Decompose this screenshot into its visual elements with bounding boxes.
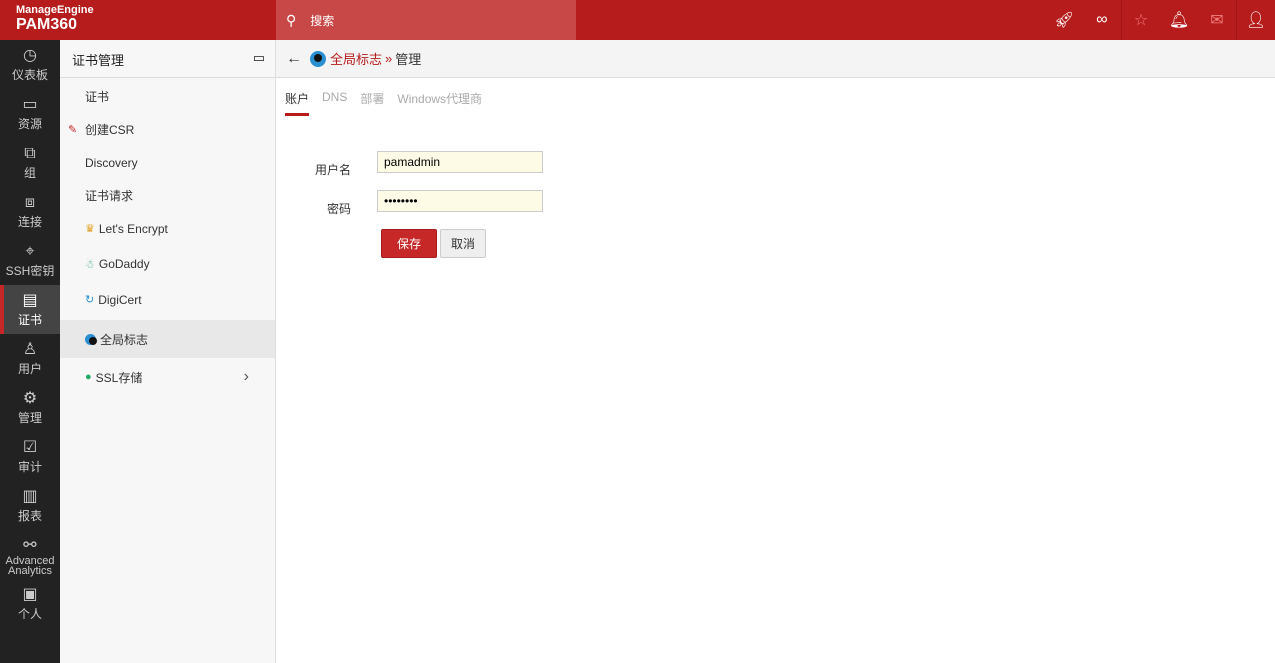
- nav-analytics[interactable]: ⚯ Advanced Analytics: [0, 530, 60, 579]
- audit-icon: ☑: [22, 439, 38, 456]
- pin-icon: ✎: [68, 124, 78, 136]
- digicert-icon: ↻: [85, 294, 95, 306]
- godaddy-icon: ☃: [85, 258, 95, 271]
- sidebar-item-global-flag[interactable]: 全局标志: [60, 320, 275, 358]
- nav-label: 用户: [17, 362, 42, 376]
- nav-connections[interactable]: ⧈ 连接: [0, 187, 60, 236]
- nav-ssh-keys[interactable]: ⌖ SSH密钥: [0, 236, 60, 285]
- monitor-icon: ▭: [22, 96, 38, 113]
- breadcrumb-separator: »: [385, 51, 393, 66]
- nav-label: 报表: [17, 509, 42, 523]
- nav-label: 审计: [17, 460, 42, 474]
- ssl-store-icon: ●: [85, 371, 92, 383]
- logo[interactable]: ManageEngine PAM360: [16, 4, 94, 34]
- nav-label: 管理: [17, 411, 42, 425]
- cancel-button[interactable]: 取消: [440, 229, 486, 258]
- nav-label: 个人: [17, 607, 42, 621]
- nav-personal[interactable]: ▣ 个人: [0, 579, 60, 628]
- breadcrumb-parent-link[interactable]: 全局标志: [330, 49, 382, 68]
- nav-audit[interactable]: ☑ 审计: [0, 432, 60, 481]
- group-icon: ⧉: [24, 145, 36, 162]
- connect-icon: ⧈: [24, 194, 36, 211]
- nav-label: 组: [23, 166, 36, 180]
- sidebar-item-label: Discovery: [85, 155, 138, 170]
- sidebar-item-label: 全局标志: [100, 332, 149, 347]
- sidebar-item-label: DigiCert: [98, 292, 142, 307]
- sidebar-item-label: 证书: [85, 90, 110, 104]
- bell-icon[interactable]: 🔔︎: [1160, 10, 1198, 30]
- dashboard-icon: ◷: [23, 47, 37, 64]
- mail-icon[interactable]: ✉: [1198, 10, 1236, 30]
- sidebar-item-label: 创建CSR: [85, 123, 135, 137]
- product-name: PAM360: [16, 16, 78, 33]
- search-icon: ⚲: [286, 11, 297, 28]
- top-bar: ManageEngine PAM360 ⚲ 搜索 🚀︎ ∞ ☆ 🔔︎ ✉ 👤︎: [0, 0, 1275, 40]
- ssh-key-icon: ⌖: [25, 243, 35, 260]
- sidebar-item-label: 证书请求: [85, 189, 134, 203]
- user-icon: ♙: [22, 341, 38, 358]
- back-arrow-icon[interactable]: ←: [286, 50, 302, 68]
- tab-deploy[interactable]: 部署: [360, 90, 384, 116]
- sidebar-item-label: Let's Encrypt: [98, 221, 168, 236]
- lets-encrypt-icon: ♛: [85, 223, 95, 235]
- analytics-icon: ⚯: [23, 537, 37, 554]
- profile-icon[interactable]: 👤︎: [1237, 10, 1275, 30]
- breadcrumb: ← 全局标志 » 管理: [276, 40, 1275, 78]
- main-content: ← 全局标志 » 管理 账户 DNS 部署 Windows代理商 用户名 密码 …: [276, 40, 1275, 663]
- nav-label: 资源: [17, 117, 42, 131]
- password-input[interactable]: [377, 190, 543, 212]
- sidebar-item-create-csr[interactable]: ✎ 创建CSR: [60, 113, 275, 146]
- nav-label: 证书: [17, 313, 42, 327]
- sidebar: 证书管理 ▭ 证书 ✎ 创建CSR Discovery 证书请求 ♛ Let's E…: [60, 40, 276, 663]
- main-nav: ◷ 仪表板 ▭ 资源 ⧉ 组 ⧈ 连接 ⌖ SSH密钥 ▤ 证书 ♙ 用户 ⚙ 管理 ☑ 审计 ▥…: [0, 40, 60, 663]
- sidebar-item-label: SSL存储: [95, 370, 143, 385]
- sidebar-item-ssl-store[interactable]: ● SSL存储 ›: [60, 358, 275, 396]
- tabs: 账户 DNS 部署 Windows代理商: [276, 90, 1275, 116]
- sidebar-item-certificates[interactable]: 证书: [60, 80, 275, 113]
- sidebar-item-digicert[interactable]: ↻ DigiCert: [60, 283, 275, 316]
- tab-windows-agent[interactable]: Windows代理商: [397, 90, 482, 116]
- nav-label: 连接: [17, 215, 42, 229]
- nav-label: 仪表板: [11, 68, 48, 82]
- certificate-tool-icon[interactable]: ▭: [253, 50, 265, 66]
- nav-dashboard[interactable]: ◷ 仪表板: [0, 40, 60, 89]
- sidebar-item-discovery[interactable]: Discovery: [60, 146, 275, 179]
- breadcrumb-current: 管理: [395, 52, 422, 67]
- reports-icon: ▥: [22, 488, 38, 505]
- rocket-icon[interactable]: 🚀︎: [1045, 10, 1083, 30]
- nav-groups[interactable]: ⧉ 组: [0, 138, 60, 187]
- nav-reports[interactable]: ▥ 报表: [0, 481, 60, 530]
- global-flag-icon: [310, 50, 326, 67]
- sidebar-title: 证书管理: [72, 53, 125, 68]
- username-input[interactable]: [377, 151, 543, 173]
- nav-admin[interactable]: ⚙ 管理: [0, 383, 60, 432]
- certificate-icon: ▤: [22, 292, 38, 309]
- search-placeholder: 搜索: [310, 13, 335, 28]
- nav-label: Advanced Analytics: [5, 555, 55, 577]
- user-star-icon[interactable]: ☆: [1122, 10, 1160, 30]
- personal-icon: ▣: [22, 586, 38, 603]
- password-label: 密码: [326, 202, 351, 216]
- brand-name: ManageEngine: [16, 4, 94, 16]
- nav-label: SSH密钥: [5, 264, 55, 278]
- tab-dns[interactable]: DNS: [322, 90, 347, 116]
- search-bar[interactable]: ⚲ 搜索: [276, 0, 576, 40]
- chevron-right-icon[interactable]: ›: [244, 368, 249, 386]
- sidebar-item-godaddy[interactable]: ☃ GoDaddy: [60, 245, 275, 283]
- gear-icon: ⚙: [22, 390, 38, 407]
- username-label: 用户名: [314, 163, 351, 177]
- nav-users[interactable]: ♙ 用户: [0, 334, 60, 383]
- link-icon[interactable]: ∞: [1083, 11, 1121, 29]
- tab-account[interactable]: 账户: [285, 90, 310, 116]
- global-flag-icon: [85, 333, 97, 345]
- save-button[interactable]: 保存: [381, 229, 437, 258]
- nav-resources[interactable]: ▭ 资源: [0, 89, 60, 138]
- sidebar-item-lets-encrypt[interactable]: ♛ Let's Encrypt: [60, 212, 275, 245]
- sidebar-item-cert-requests[interactable]: 证书请求: [60, 179, 275, 212]
- sidebar-item-label: GoDaddy: [98, 257, 150, 271]
- nav-certificates[interactable]: ▤ 证书: [0, 285, 60, 334]
- sidebar-header: 证书管理 ▭: [60, 40, 275, 78]
